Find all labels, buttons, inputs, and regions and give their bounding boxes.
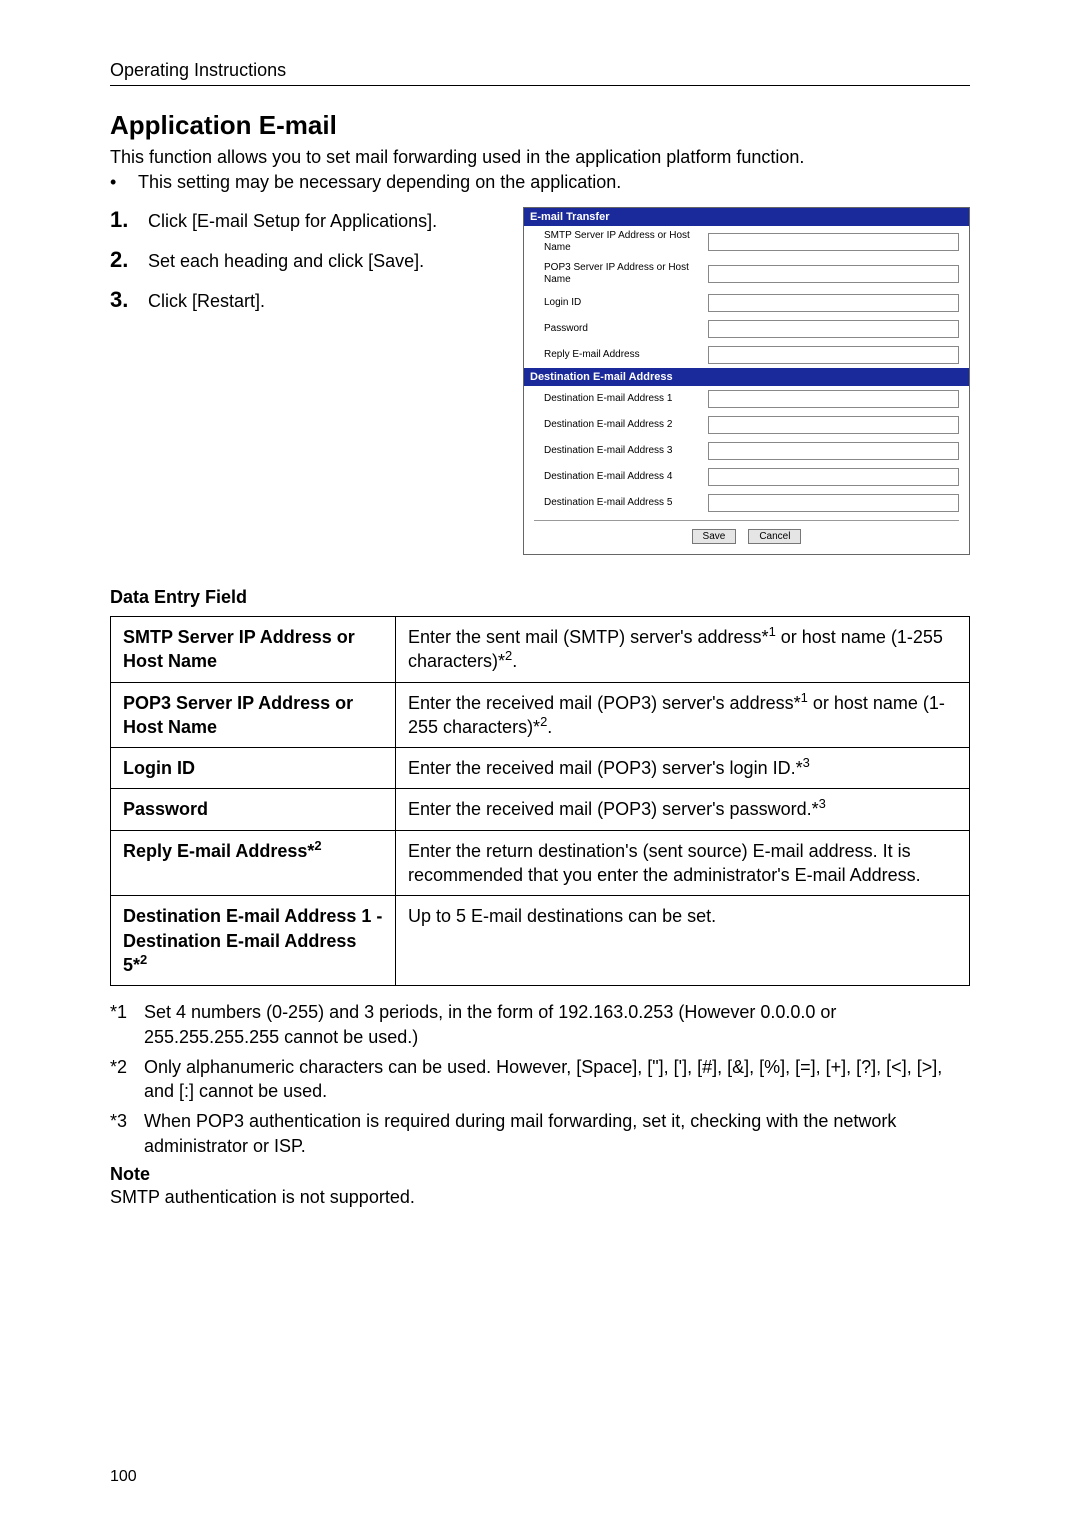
dest-email-2-input[interactable] — [708, 416, 959, 434]
step-number: 2. — [110, 247, 148, 273]
field-label: Password — [111, 789, 396, 830]
form-label: SMTP Server IP Address or Host Name — [544, 230, 702, 254]
form-row: Destination E-mail Address 1 — [524, 386, 969, 412]
form-label: Destination E-mail Address 4 — [544, 471, 702, 483]
running-header: Operating Instructions — [110, 60, 970, 81]
form-row: SMTP Server IP Address or Host Name — [524, 226, 969, 258]
footnote-mark: *1 — [110, 1000, 144, 1049]
form-label: Destination E-mail Address 3 — [544, 445, 702, 457]
pop3-server-input[interactable] — [708, 265, 959, 283]
form-label: Login ID — [544, 297, 702, 309]
step-text: Set each heading and click [Save]. — [148, 251, 424, 272]
page-number: 100 — [110, 1468, 137, 1486]
smtp-server-input[interactable] — [708, 233, 959, 251]
step: 2. Set each heading and click [Save]. — [110, 247, 493, 273]
header-rule — [110, 85, 970, 86]
form-row: Password — [524, 316, 969, 342]
intro-bullet: • This setting may be necessary dependin… — [110, 172, 970, 193]
section-title: Application E-mail — [110, 110, 970, 141]
field-desc: Enter the received mail (POP3) server's … — [396, 748, 970, 789]
table-row: SMTP Server IP Address or Host Name Ente… — [111, 617, 970, 683]
form-row: Destination E-mail Address 5 — [524, 490, 969, 516]
field-desc: Enter the received mail (POP3) server's … — [396, 789, 970, 830]
field-desc: Enter the return destination's (sent sou… — [396, 830, 970, 896]
field-label: POP3 Server IP Address or Host Name — [111, 682, 396, 748]
data-entry-heading: Data Entry Field — [110, 587, 970, 608]
field-label: Destination E-mail Address 1 - Destinati… — [111, 896, 396, 986]
form-label: Password — [544, 323, 702, 335]
password-input[interactable] — [708, 320, 959, 338]
field-label: Reply E-mail Address*2 — [111, 830, 396, 896]
dest-email-1-input[interactable] — [708, 390, 959, 408]
step: 1. Click [E-mail Setup for Applications]… — [110, 207, 493, 233]
form-row: Destination E-mail Address 4 — [524, 464, 969, 490]
field-desc: Up to 5 E-mail destinations can be set. — [396, 896, 970, 986]
note-body: SMTP authentication is not supported. — [110, 1187, 970, 1208]
footnote-text: When POP3 authentication is required dur… — [144, 1109, 970, 1158]
form-row: Reply E-mail Address — [524, 342, 969, 368]
field-label: SMTP Server IP Address or Host Name — [111, 617, 396, 683]
step-text: Click [Restart]. — [148, 291, 265, 312]
note-heading: Note — [110, 1164, 970, 1185]
intro-bullet-text: This setting may be necessary depending … — [138, 172, 621, 193]
bullet-dot-icon: • — [110, 172, 138, 193]
table-row: POP3 Server IP Address or Host Name Ente… — [111, 682, 970, 748]
form-label: Destination E-mail Address 2 — [544, 419, 702, 431]
form-row: POP3 Server IP Address or Host Name — [524, 258, 969, 290]
dest-email-3-input[interactable] — [708, 442, 959, 460]
form-label: Destination E-mail Address 5 — [544, 497, 702, 509]
field-label: Login ID — [111, 748, 396, 789]
dest-email-5-input[interactable] — [708, 494, 959, 512]
form-row: Destination E-mail Address 3 — [524, 438, 969, 464]
steps-column: 1. Click [E-mail Setup for Applications]… — [110, 207, 493, 327]
footnote: *3 When POP3 authentication is required … — [110, 1109, 970, 1158]
form-row: Login ID — [524, 290, 969, 316]
table-row: Password Enter the received mail (POP3) … — [111, 789, 970, 830]
save-button[interactable]: Save — [692, 529, 737, 544]
footnote: *2 Only alphanumeric characters can be u… — [110, 1055, 970, 1104]
data-entry-table: SMTP Server IP Address or Host Name Ente… — [110, 616, 970, 986]
intro-text: This function allows you to set mail for… — [110, 147, 970, 168]
footnote-mark: *3 — [110, 1109, 144, 1158]
table-row: Destination E-mail Address 1 - Destinati… — [111, 896, 970, 986]
step-number: 1. — [110, 207, 148, 233]
step-text: Click [E-mail Setup for Applications]. — [148, 211, 437, 232]
login-id-input[interactable] — [708, 294, 959, 312]
footnote-text: Set 4 numbers (0-255) and 3 periods, in … — [144, 1000, 970, 1049]
step-number: 3. — [110, 287, 148, 313]
dest-email-4-input[interactable] — [708, 468, 959, 486]
form-header-destination: Destination E-mail Address — [524, 368, 969, 386]
form-label: Reply E-mail Address — [544, 349, 702, 361]
form-label: Destination E-mail Address 1 — [544, 393, 702, 405]
form-header-transfer: E-mail Transfer — [524, 208, 969, 226]
footnote: *1 Set 4 numbers (0-255) and 3 periods, … — [110, 1000, 970, 1049]
form-screenshot: E-mail Transfer SMTP Server IP Address o… — [523, 207, 970, 555]
field-desc: Enter the sent mail (SMTP) server's addr… — [396, 617, 970, 683]
footnote-text: Only alphanumeric characters can be used… — [144, 1055, 970, 1104]
field-desc: Enter the received mail (POP3) server's … — [396, 682, 970, 748]
table-row: Login ID Enter the received mail (POP3) … — [111, 748, 970, 789]
footnote-mark: *2 — [110, 1055, 144, 1104]
reply-email-input[interactable] — [708, 346, 959, 364]
step: 3. Click [Restart]. — [110, 287, 493, 313]
footnotes: *1 Set 4 numbers (0-255) and 3 periods, … — [110, 1000, 970, 1158]
cancel-button[interactable]: Cancel — [748, 529, 801, 544]
table-row: Reply E-mail Address*2 Enter the return … — [111, 830, 970, 896]
form-row: Destination E-mail Address 2 — [524, 412, 969, 438]
form-label: POP3 Server IP Address or Host Name — [544, 262, 702, 286]
